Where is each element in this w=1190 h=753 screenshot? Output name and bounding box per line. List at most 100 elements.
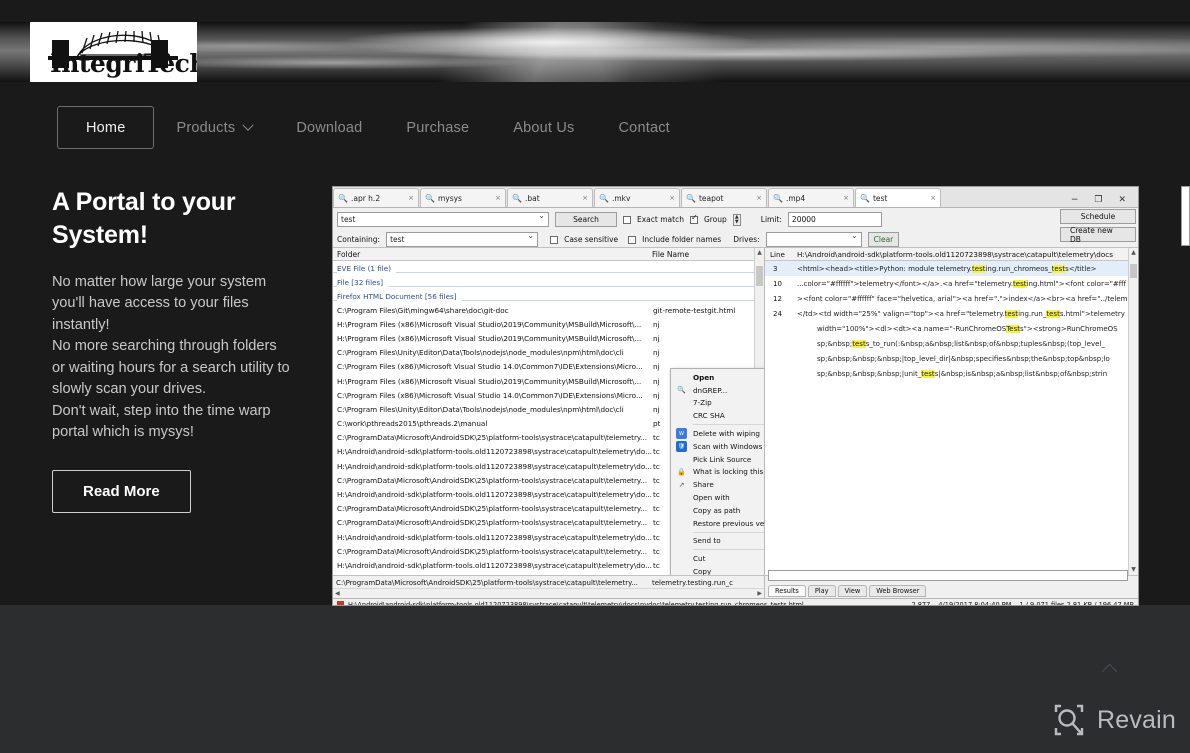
preview-scrollbar[interactable]: ▲ ▼ — [1128, 248, 1138, 575]
tab-results[interactable]: Results — [768, 585, 806, 597]
title-line-2: System! — [52, 221, 148, 249]
preview-row[interactable]: 10 ...color="#ffffff">telemetry</font></… — [765, 276, 1138, 291]
containing-input[interactable]: test — [386, 231, 539, 247]
scroll-up-icon[interactable]: ▲ — [755, 248, 764, 258]
close-icon[interactable]: × — [578, 194, 588, 202]
app-tab-mysys[interactable]: 🔍 mysys × — [420, 188, 506, 207]
scrollbar-thumb[interactable] — [756, 266, 763, 286]
close-icon[interactable]: × — [839, 194, 849, 202]
context-menu-item-dngrep[interactable]: 🔍 dnGREP... — [671, 384, 764, 397]
table-row[interactable]: C:\Program Files\Git\mingw64\share\doc\g… — [333, 303, 764, 317]
preview-pane[interactable]: Line H:\Android\android-sdk\platform-too… — [765, 248, 1138, 575]
clear-button[interactable]: Clear — [867, 232, 900, 247]
line-source: </td><td width="25%" valign="top"><a hre… — [797, 309, 1125, 318]
nav-item-download[interactable]: Download — [274, 105, 384, 150]
preview-row[interactable]: 24 </td><td width="25%" valign="top"><a … — [765, 306, 1138, 321]
search-button[interactable]: Search — [555, 212, 617, 227]
results-pane[interactable]: Folder File Name EVE File (1 file) File … — [333, 248, 765, 575]
scroll-up-icon[interactable]: ▲ — [1129, 248, 1138, 258]
include-folder-names-checkbox[interactable] — [628, 235, 637, 244]
context-menu-item-share[interactable]: ↗ Share — [671, 478, 764, 491]
app-tab-teapot[interactable]: 🔍 teapot × — [681, 188, 767, 207]
scrollbar-thumb[interactable] — [1130, 264, 1137, 278]
hero-line: No matter how large your system — [52, 274, 267, 290]
row-path: H:\Program Files (x86)\Microsoft Visual … — [337, 333, 642, 343]
site-logo[interactable]: IntegriTech — [30, 22, 197, 82]
table-row[interactable]: H:\Program Files (x86)\Microsoft Visual … — [333, 331, 764, 345]
preview-row[interactable]: 3 <html><head><title>Python: module tele… — [765, 261, 1138, 276]
group-stepper[interactable]: ▲ ▼ — [732, 213, 741, 226]
app-tab-bat[interactable]: 🔍 .bat × — [507, 188, 593, 207]
column-filename: File Name — [652, 249, 690, 259]
tab-play[interactable]: Play — [807, 585, 836, 597]
context-menu-item-restore-previous-versions[interactable]: Restore previous versions — [671, 517, 764, 530]
read-more-button[interactable]: Read More — [52, 469, 191, 513]
close-icon[interactable]: × — [491, 194, 501, 202]
preview-footer-field[interactable] — [768, 570, 1128, 581]
scroll-to-top-button[interactable] — [1098, 662, 1120, 680]
context-menu-item-open-with[interactable]: Open with ▶ — [671, 491, 764, 504]
toolbar-side-buttons[interactable]: Schedule Create new DB — [1040, 209, 1136, 244]
row-path: H:\Program Files (x86)\Microsoft Visual … — [337, 319, 642, 329]
context-menu-item-cut[interactable]: Cut — [671, 552, 764, 565]
nav-item-contact[interactable]: Contact — [597, 105, 692, 150]
app-tab-mp4[interactable]: 🔍 .mp4 × — [768, 188, 854, 207]
context-menu-item-send-to[interactable]: Send to ▶ — [671, 535, 764, 548]
nav-item-products[interactable]: Products — [154, 105, 274, 150]
context-menu-item-delete-with-wiping[interactable]: W Delete with wiping — [671, 427, 764, 440]
search-input[interactable]: test — [337, 211, 549, 227]
app-tab-test[interactable]: 🔍 test × — [855, 188, 941, 207]
close-icon[interactable]: × — [404, 194, 414, 202]
tab-label: .mkv — [611, 193, 631, 203]
app-tab-apr-h2[interactable]: 🔍 .apr h.2 × — [333, 188, 419, 207]
drives-select[interactable] — [765, 231, 862, 247]
table-row[interactable]: H:\Program Files (x86)\Microsoft Visual … — [333, 317, 764, 331]
nav-item-about-us[interactable]: About Us — [491, 105, 596, 150]
context-menu-item-7zip[interactable]: 7-Zip ▶ — [671, 397, 764, 410]
nav-item-purchase[interactable]: Purchase — [384, 105, 491, 150]
column-line: Line — [770, 249, 785, 259]
group-header[interactable]: Firefox HTML Document [56 files] — [333, 289, 764, 303]
close-icon[interactable]: × — [752, 194, 762, 202]
maximize-icon[interactable]: ❐ — [1094, 196, 1102, 205]
table-row[interactable]: C:\Program Files\Unity\Editor\Data\Tools… — [333, 346, 764, 360]
close-icon[interactable]: ✕ — [1118, 196, 1126, 205]
close-icon[interactable]: × — [926, 194, 936, 202]
search-icon: 🔍 — [773, 193, 783, 203]
context-menu-item-open[interactable]: Open — [671, 371, 764, 384]
preview-footer: Results Play View Web Browser — [765, 570, 1138, 598]
scroll-left-icon[interactable]: ◀ — [335, 590, 340, 597]
scroll-right-icon[interactable]: ▶ — [757, 590, 762, 597]
exact-match-checkbox[interactable] — [623, 215, 631, 224]
group-header[interactable]: EVE File (1 file) — [333, 261, 764, 275]
schedule-button[interactable]: Schedule — [1060, 209, 1136, 224]
context-menu-item-copy[interactable]: Copy — [671, 565, 764, 575]
context-menu-item-crc-sha[interactable]: CRC SHA ▶ — [671, 409, 764, 422]
context-menu-item-pick-link-source[interactable]: Pick Link Source — [671, 453, 764, 466]
tab-web-browser[interactable]: Web Browser — [869, 585, 927, 597]
group-header[interactable]: File [32 files] — [333, 275, 764, 289]
case-sensitive-checkbox[interactable] — [550, 235, 559, 244]
app-tab-mkv[interactable]: 🔍 .mkv × — [594, 188, 680, 207]
search-toolbar[interactable]: test Search Exact match Group ▲▼ Limit: … — [333, 208, 1138, 248]
window-controls[interactable]: − ❐ ✕ — [1071, 196, 1138, 207]
context-menu[interactable]: Open 🔍 dnGREP... 7-Zip ▶ CRC SHA ▶ W D — [670, 368, 764, 575]
minimize-icon[interactable]: − — [1071, 196, 1079, 205]
nav-label: Home — [86, 119, 126, 136]
context-menu-item-scan-defender[interactable]: 🛡 Scan with Windows Defender... — [671, 440, 764, 453]
preview-row[interactable]: 12 ><font color="#ffffff" face="helvetic… — [765, 291, 1138, 306]
context-menu-item-what-is-locking[interactable]: 🔒 What is locking this file? — [671, 466, 764, 479]
context-menu-item-copy-as-path[interactable]: Copy as path — [671, 504, 764, 517]
lower-section — [0, 605, 1190, 753]
product-screenshot: 🔍 .apr h.2 × 🔍 mysys × 🔍 .bat × 🔍 .mkv ×… — [332, 186, 1139, 606]
scroll-down-icon[interactable]: ▼ — [1129, 565, 1138, 575]
close-icon[interactable]: × — [665, 194, 675, 202]
app-tabstrip[interactable]: 🔍 .apr h.2 × 🔍 mysys × 🔍 .bat × 🔍 .mkv ×… — [333, 187, 1138, 208]
group-checkbox[interactable] — [689, 214, 698, 224]
tab-view[interactable]: View — [837, 585, 868, 597]
bottom-tabs[interactable]: Results Play View Web Browser — [768, 585, 927, 597]
nav-item-home[interactable]: Home — [57, 106, 155, 149]
create-new-db-button[interactable]: Create new DB — [1060, 226, 1136, 244]
horizontal-scrollbar[interactable]: ◀ ▶ — [333, 588, 764, 597]
main-navigation[interactable]: Home Products Download Purchase About Us… — [57, 105, 692, 150]
